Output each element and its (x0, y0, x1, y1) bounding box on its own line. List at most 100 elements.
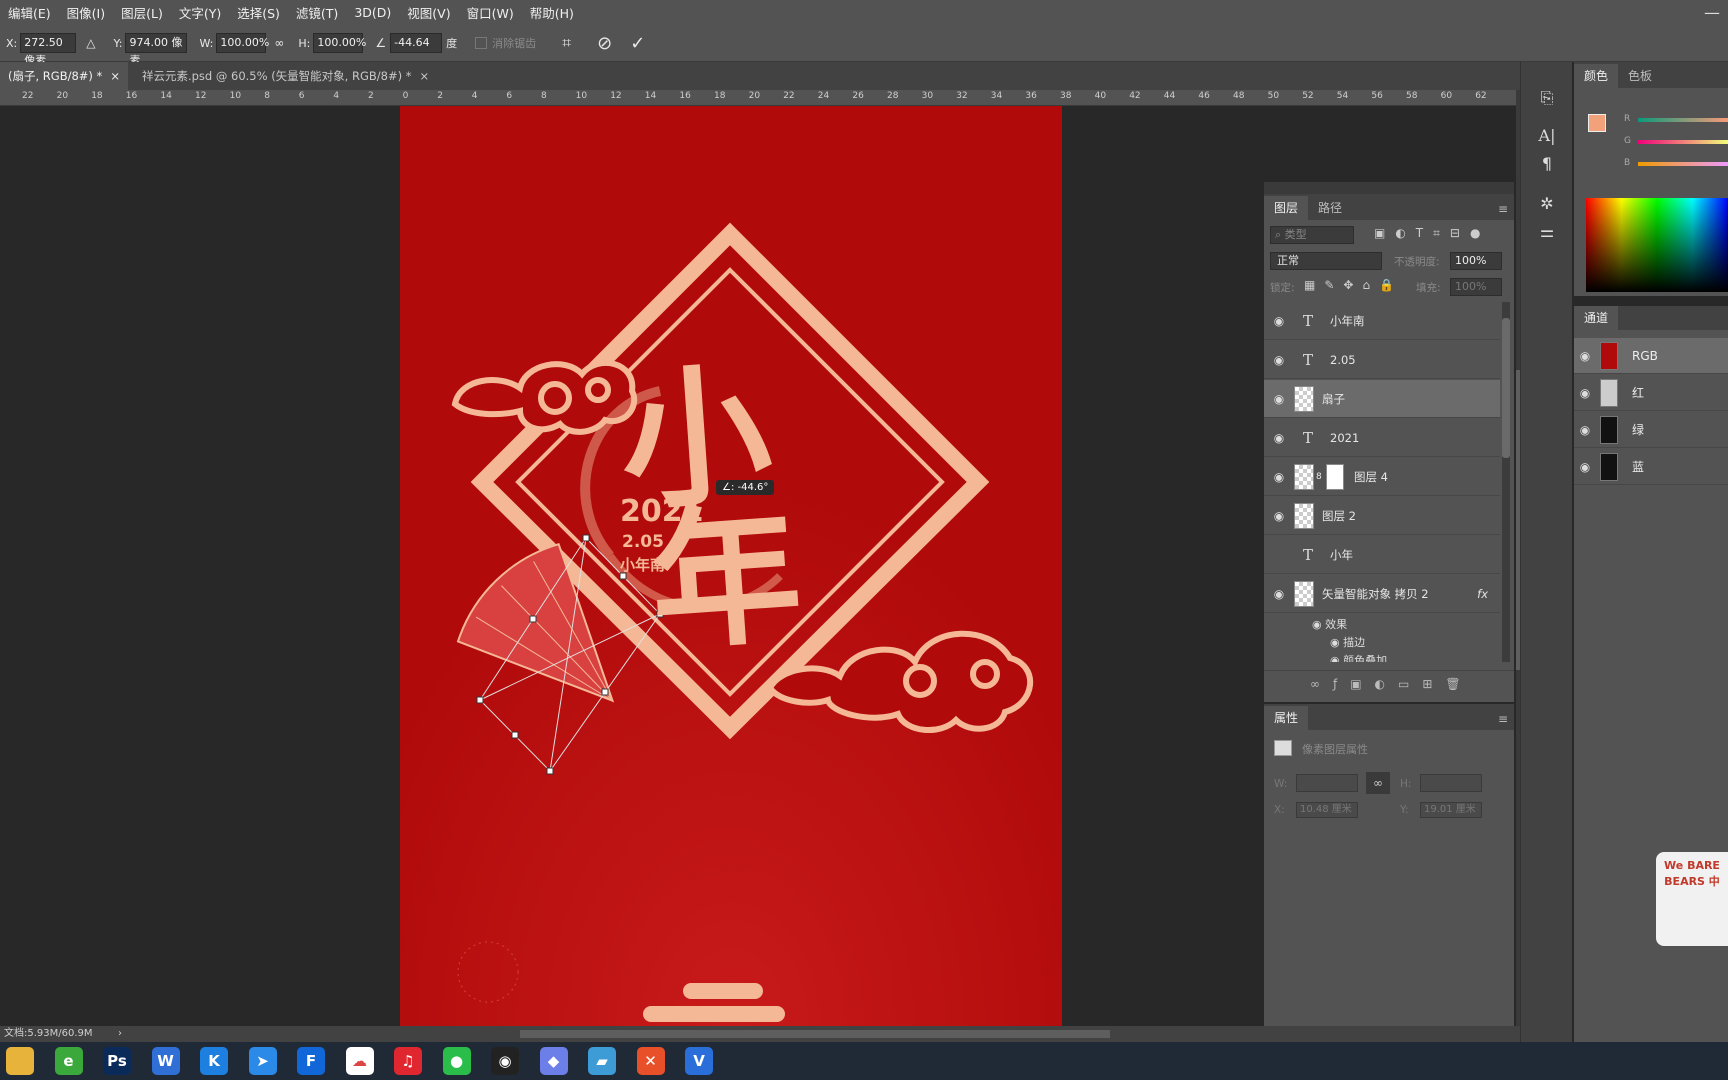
file-explorer-icon[interactable] (6, 1047, 34, 1075)
layer-filter-field[interactable]: ⌕ 类型 (1270, 226, 1354, 244)
eye-icon[interactable]: ◉ (1574, 460, 1596, 474)
effect-stroke-row[interactable]: ◉ 描边 (1330, 634, 1365, 650)
xmind-icon[interactable]: ✕ (636, 1047, 665, 1075)
menu-layer[interactable]: 图层(L) (113, 3, 171, 22)
opacity-field[interactable]: 100% (1450, 252, 1502, 270)
h-field[interactable]: 100.00% (313, 33, 366, 53)
slider-g[interactable] (1638, 140, 1728, 144)
menu-edit[interactable]: 编辑(E) (0, 3, 59, 22)
layer-row[interactable]: □ T 小年 (1264, 536, 1500, 574)
fill-field[interactable]: 100% (1450, 278, 1502, 296)
channel-row[interactable]: ◉ RGB (1574, 338, 1728, 374)
slider-r[interactable] (1638, 118, 1728, 122)
foxit-icon[interactable]: F (297, 1047, 325, 1075)
link-icon[interactable]: ∞ (274, 36, 284, 50)
mask-link-icon[interactable]: 8 (1316, 472, 1326, 482)
poster-canvas[interactable]: 小 年 2021 2.05 小年南 ∠: -44.6° (400, 106, 1062, 1026)
layer-row[interactable]: ◉ T 小年南 (1264, 302, 1500, 340)
prop-w-field[interactable] (1296, 774, 1358, 792)
notes-app-icon[interactable]: ▰ (588, 1047, 616, 1075)
prop-h-field[interactable] (1420, 774, 1482, 792)
eye-icon[interactable]: ◉ (1264, 587, 1294, 601)
wps-writer-icon[interactable]: W (151, 1047, 180, 1075)
eye-icon[interactable]: ◉ (1574, 386, 1596, 400)
status-arrow[interactable]: › (118, 1026, 122, 1042)
layers-footer-icons[interactable]: ∞ƒ▣◐▭⊞🗑 (1264, 670, 1514, 698)
kugou-icon[interactable]: K (200, 1047, 228, 1075)
channels-title[interactable]: 通道 (1574, 306, 1619, 330)
angle-field[interactable]: -44.64 (390, 33, 443, 53)
panel-menu-icon[interactable]: ≡ (1492, 202, 1514, 220)
channel-row[interactable]: ◉ 蓝 (1574, 449, 1728, 485)
x-field[interactable]: 272.50 像素 (20, 33, 77, 67)
cancel-icon[interactable]: ⊘ (597, 33, 612, 54)
layer-row[interactable]: ◉ 图层 2 (1264, 497, 1500, 535)
layer-row-selected[interactable]: ◉ 扇子 (1264, 380, 1500, 418)
browser-360-icon[interactable]: e (54, 1047, 83, 1075)
antialias-checkbox[interactable] (475, 37, 488, 49)
menu-image[interactable]: 图像(I) (59, 3, 113, 22)
minimize-icon[interactable]: — (1696, 3, 1728, 22)
tab-swatches[interactable]: 色板 (1618, 64, 1662, 88)
eye-icon[interactable]: ◉ (1264, 392, 1294, 406)
channel-row[interactable]: ◉ 绿 (1574, 412, 1728, 448)
netdisk-icon[interactable]: ☁ (345, 1047, 374, 1075)
cube-app-icon[interactable]: ◆ (539, 1047, 568, 1075)
clone-source-icon[interactable]: ⎘ (1534, 88, 1560, 108)
eye-icon[interactable]: ◉ (1574, 349, 1596, 363)
commit-icon[interactable]: ✓ (630, 33, 645, 54)
video-app-icon[interactable]: V (685, 1047, 713, 1075)
eye-hidden-icon[interactable]: □ (1264, 548, 1294, 562)
layer-row[interactable]: ◉ 矢量智能对象 拷贝 2 fx (1264, 575, 1500, 613)
qq-icon[interactable]: ◉ (491, 1047, 519, 1075)
color-spectrum[interactable] (1586, 198, 1728, 292)
tab-fan[interactable]: (扇子, RGB/8#) * × (0, 62, 128, 90)
menu-view[interactable]: 视图(V) (399, 3, 458, 22)
feishu-icon[interactable]: ➤ (248, 1047, 277, 1075)
brush-preset-icon[interactable]: ✲ (1534, 194, 1560, 213)
eye-icon[interactable]: ◉ (1264, 470, 1294, 484)
menu-help[interactable]: 帮助(H) (522, 3, 582, 22)
eye-icon[interactable]: ◉ (1264, 431, 1294, 445)
netease-music-icon[interactable]: ♫ (394, 1047, 422, 1075)
menu-3d[interactable]: 3D(D) (346, 5, 399, 20)
eye-icon[interactable]: ◉ (1264, 509, 1294, 523)
panel-menu-icon[interactable]: ≡ (1492, 712, 1514, 730)
layers-scrollbar[interactable] (1502, 302, 1510, 662)
layer-row[interactable]: ◉ 8 图层 4 (1264, 458, 1500, 496)
menu-filter[interactable]: 滤镜(T) (288, 3, 346, 22)
blend-mode-select[interactable]: 正常 (1270, 252, 1382, 270)
tab-layers[interactable]: 图层 (1264, 196, 1309, 220)
warp-icon[interactable]: ⌗ (562, 33, 571, 53)
eye-icon[interactable]: ◉ (1574, 423, 1596, 437)
properties-title[interactable]: 属性 (1264, 706, 1309, 730)
tab-cloud[interactable]: 祥云元素.psd @ 60.5% (矢量智能对象, RGB/8#) * × (134, 62, 437, 90)
filter-icons[interactable]: ▣◐T⌗⊟● (1374, 226, 1490, 241)
y-field[interactable]: 974.00 像素 (125, 33, 188, 67)
slider-b[interactable] (1638, 162, 1728, 166)
photoshop-icon[interactable]: Ps (103, 1047, 131, 1075)
horizontal-scrollbar[interactable] (520, 1030, 1110, 1038)
tab-paths[interactable]: 路径 (1308, 196, 1352, 220)
menu-window[interactable]: 窗口(W) (459, 3, 522, 22)
eye-icon[interactable]: ◉ (1264, 314, 1294, 328)
w-field[interactable]: 100.00% (216, 33, 269, 53)
close-icon[interactable]: × (110, 69, 120, 83)
effect-color-overlay-row[interactable]: ◉ 颜色叠加 (1330, 652, 1387, 662)
lock-icons[interactable]: ▦✎✥⌂🔒 (1304, 278, 1403, 292)
wechat-icon[interactable]: ● (442, 1047, 471, 1075)
layer-row[interactable]: ◉ T 2021 (1264, 419, 1500, 457)
fx-badge[interactable]: fx (1477, 587, 1488, 601)
menu-type[interactable]: 文字(Y) (171, 3, 229, 22)
adjustments-icon[interactable]: ⚌ (1534, 222, 1560, 241)
channel-row[interactable]: ◉ 红 (1574, 375, 1728, 411)
eye-icon[interactable]: ◉ (1264, 353, 1294, 367)
effects-row[interactable]: ◉ 效果 (1312, 616, 1347, 632)
foreground-color-swatch[interactable] (1588, 114, 1606, 132)
mask-thumbnail[interactable] (1326, 463, 1344, 490)
delta-icon[interactable]: △ (86, 36, 95, 50)
character-icon[interactable]: A| (1534, 126, 1560, 145)
paragraph-icon[interactable]: ¶ (1534, 154, 1560, 173)
close-icon[interactable]: × (420, 69, 430, 83)
prop-y-field[interactable]: 19.01 厘米 (1420, 802, 1482, 818)
